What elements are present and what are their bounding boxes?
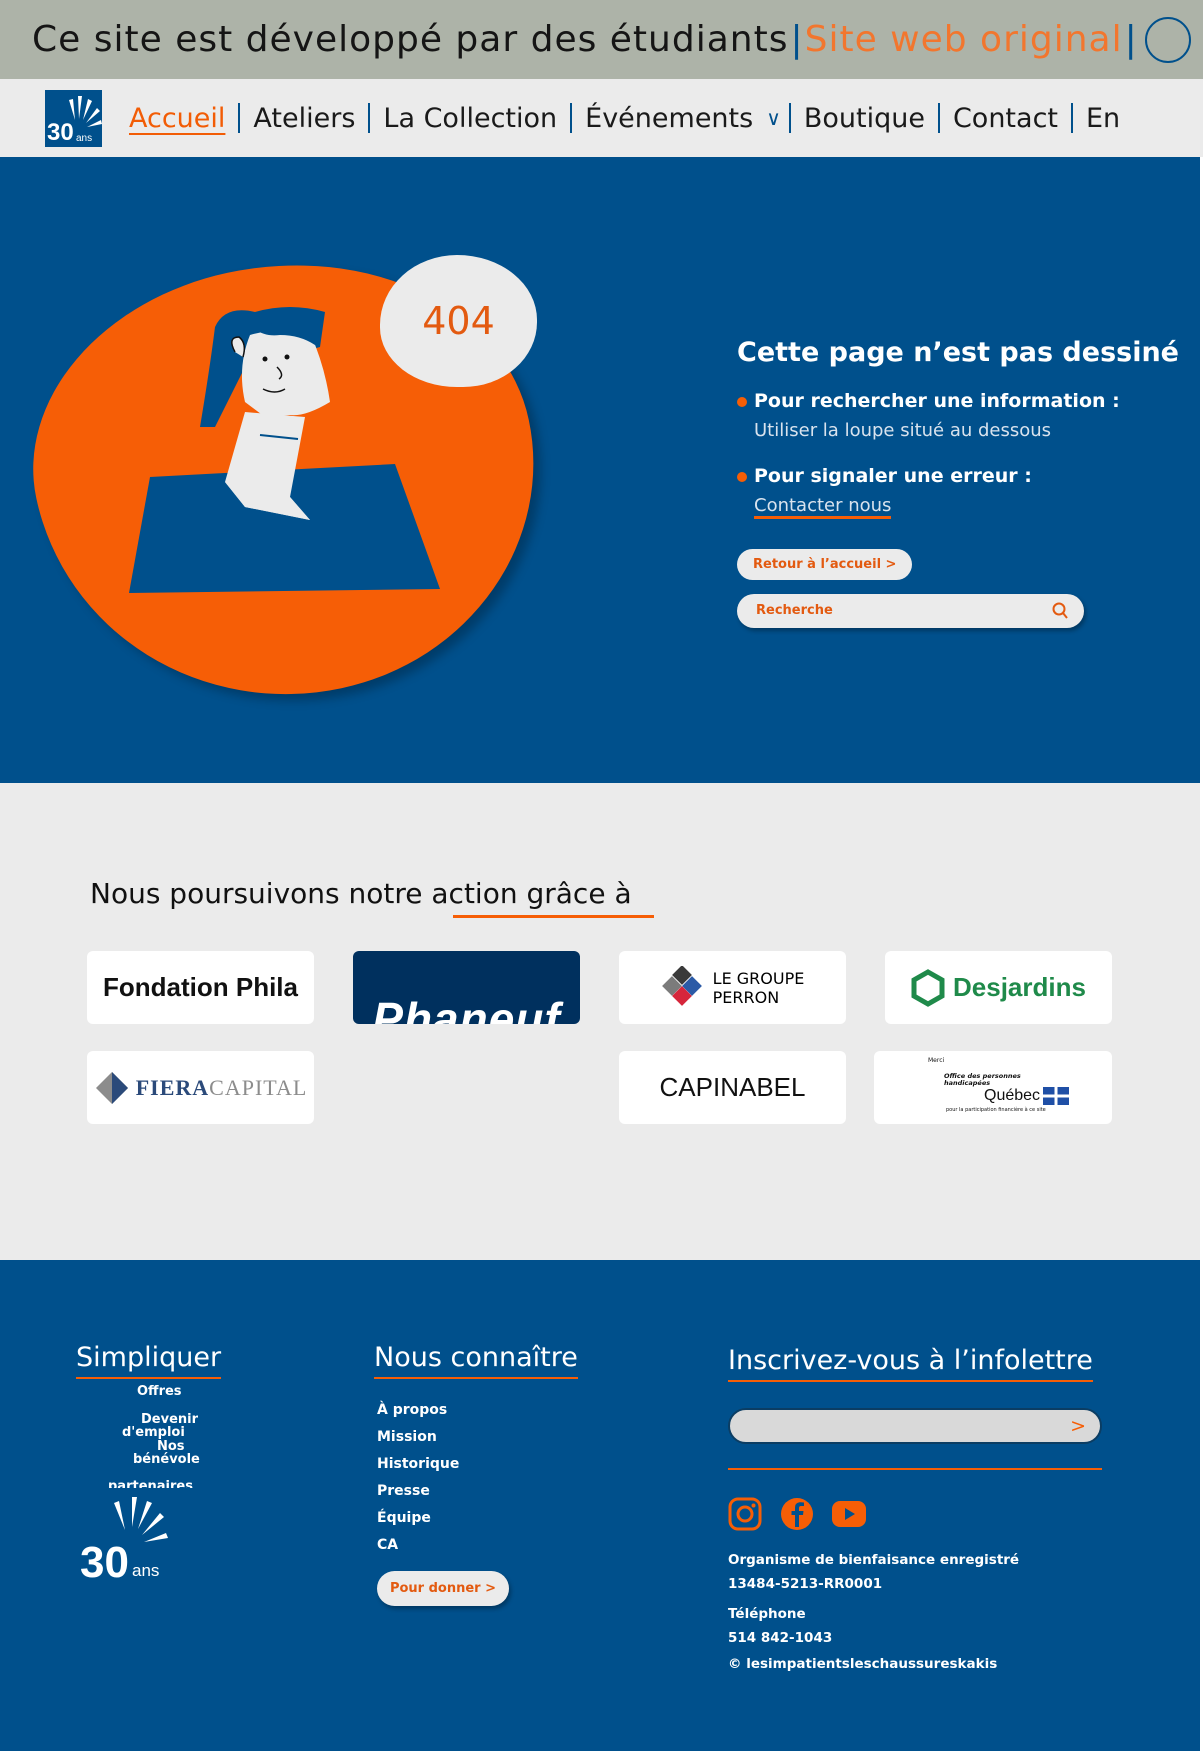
ophq-quebec: Québec xyxy=(984,1086,1041,1104)
help-item-report: Pour signaler une erreur : Contacter nou… xyxy=(737,465,1177,519)
partners-section: Nous poursuivons notre action grâce à Fo… xyxy=(0,783,1200,1260)
newsletter-email-input[interactable]: > xyxy=(728,1408,1102,1444)
phone-label: Téléphone xyxy=(728,1606,806,1622)
banner-message: Ce site est développé par des étudiants xyxy=(32,19,789,60)
contact-link[interactable]: Contacter nous xyxy=(754,495,892,519)
error-title: Cette page n’est pas dessiné xyxy=(737,337,1179,368)
search-icon[interactable] xyxy=(1050,601,1070,621)
partner-logo-desjardins[interactable]: Desjardins xyxy=(885,951,1112,1024)
logo-suffix: ans xyxy=(76,132,93,144)
quebec-flag-icon xyxy=(1043,1086,1070,1105)
nav-contact[interactable]: Contact xyxy=(940,103,1071,134)
footer-30-ans-logo: 30 ans xyxy=(80,1497,168,1585)
footer-logo-suffix: ans xyxy=(132,1561,159,1580)
partner-logo-ophq[interactable]: Merci Office des personnes handicapées Q… xyxy=(874,1051,1112,1124)
charity-number: 13484-5213-RR0001 xyxy=(728,1576,883,1592)
error-hero: 404 Cette page n’est pas dessiné Pour re… xyxy=(0,157,1200,783)
nav-evenements[interactable]: Événements xyxy=(572,103,766,134)
back-home-button[interactable]: Retour à l’accueil > xyxy=(737,549,913,580)
footer-link-benevole[interactable]: bénévole xyxy=(133,1452,200,1467)
footer-link-emploi[interactable]: d'emploi xyxy=(122,1425,185,1440)
search-placeholder: Recherche xyxy=(756,603,833,618)
partner-logo-fiera-capital[interactable]: FIERACAPITAL xyxy=(87,1051,314,1124)
circle-toggle-button[interactable] xyxy=(1144,16,1191,63)
help-report-head: Pour signaler une erreur : xyxy=(754,465,1032,487)
chevron-down-icon[interactable]: ∨ xyxy=(766,106,781,130)
nav-accueil[interactable]: Accueil xyxy=(116,103,238,134)
footer-logo-number: 30 xyxy=(80,1538,129,1585)
search-input[interactable]: Recherche xyxy=(737,594,1084,628)
error-code: 404 xyxy=(422,299,495,343)
footer-title-simpliquer: Simpliquer xyxy=(76,1342,222,1379)
desjardins-wordmark: Desjardins xyxy=(953,972,1086,1002)
newsletter-submit-arrow[interactable]: > xyxy=(1070,1415,1086,1437)
footer-title-nous-connaitre: Nous connaître xyxy=(374,1342,578,1379)
footer-link-historique[interactable]: Historique xyxy=(377,1456,459,1483)
partner-logo-fondation-phila[interactable]: Fondation Phila xyxy=(87,951,314,1024)
footer-link-ca[interactable]: CA xyxy=(377,1537,459,1564)
newsletter-divider xyxy=(728,1468,1102,1470)
desjardins-hexagon-icon xyxy=(911,968,945,1007)
ophq-note: pour la participation financière à ce si… xyxy=(946,1106,1046,1113)
nav-ateliers[interactable]: Ateliers xyxy=(240,103,368,134)
partner-logo-groupe-perron[interactable]: LE GROUPE PERRON xyxy=(619,951,846,1024)
phone-number[interactable]: 514 842-1043 xyxy=(728,1630,1019,1656)
fiera-diamond-icon xyxy=(95,1071,128,1104)
footer-link-offres[interactable]: Offres xyxy=(137,1384,182,1399)
fiera-wordmark-b: CAPITAL xyxy=(209,1074,308,1100)
help-search-sub: Utiliser la loupe situé au dessous xyxy=(754,420,1052,441)
partner-logo-capinabel[interactable]: CAPINABEL xyxy=(619,1051,846,1124)
ophq-merci: Merci xyxy=(928,1057,945,1064)
donate-button[interactable]: Pour donner > xyxy=(377,1571,509,1606)
capinabel-wordmark: CAPINABEL xyxy=(659,1072,806,1102)
perron-top-text: LE GROUPE xyxy=(712,968,805,988)
site-footer: Simpliquer Offres Devenir d'emploi Nos b… xyxy=(0,1260,1200,1751)
logo-number: 30 xyxy=(47,118,74,146)
copyright-text: © lesimpatientsleschaussureskakis xyxy=(728,1656,998,1672)
footer-link-a-propos[interactable]: À propos xyxy=(377,1402,459,1429)
help-search-head: Pour rechercher une information : xyxy=(754,390,1120,412)
partner-logo-phaneuf[interactable]: Phaneuf xyxy=(353,951,580,1024)
instagram-icon[interactable] xyxy=(728,1497,762,1531)
bullet-dot xyxy=(737,472,747,482)
main-nav: 30 ans Accueil Ateliers La Collection Év… xyxy=(0,79,1203,157)
bullet-dot xyxy=(737,397,747,407)
speech-bubble: 404 xyxy=(380,255,537,387)
nav-collection[interactable]: La Collection xyxy=(370,103,570,134)
perron-bottom-text: PERRON xyxy=(712,987,780,1007)
youtube-icon[interactable] xyxy=(831,1500,867,1528)
facebook-icon[interactable] xyxy=(780,1497,814,1531)
phaneuf-wordmark: Phaneuf xyxy=(372,993,561,1024)
perron-diamond-icon xyxy=(661,965,702,1006)
partners-title: Nous poursuivons notre action grâce à xyxy=(90,877,632,910)
footer-title-newsletter: Inscrivez-vous à l’infolettre xyxy=(728,1345,1093,1382)
nav-language-en[interactable]: En xyxy=(1073,103,1133,134)
footer-link-presse[interactable]: Presse xyxy=(377,1483,459,1510)
student-banner: Ce site est développé par des étudiants … xyxy=(0,0,1203,79)
help-item-search: Pour rechercher une information : Utilis… xyxy=(737,390,1177,441)
ophq-line2: handicapées xyxy=(944,1078,991,1087)
title-underline xyxy=(453,915,654,918)
phila-wordmark: Fondation Phila xyxy=(103,972,298,1002)
fiera-wordmark-a: FIERA xyxy=(135,1074,210,1100)
footer-link-equipe[interactable]: Équipe xyxy=(377,1510,459,1537)
site-logo[interactable]: 30 ans xyxy=(45,89,102,147)
error-message-panel: Cette page n’est pas dessiné Pour recher… xyxy=(737,337,1179,628)
banner-separator: | xyxy=(790,19,803,60)
nav-boutique[interactable]: Boutique xyxy=(791,103,938,134)
footer-link-mission[interactable]: Mission xyxy=(377,1429,459,1456)
original-site-link[interactable]: Site web original xyxy=(805,19,1123,60)
banner-separator-2: | xyxy=(1124,19,1137,60)
charity-label: Organisme de bienfaisance enregistré xyxy=(728,1552,1020,1568)
